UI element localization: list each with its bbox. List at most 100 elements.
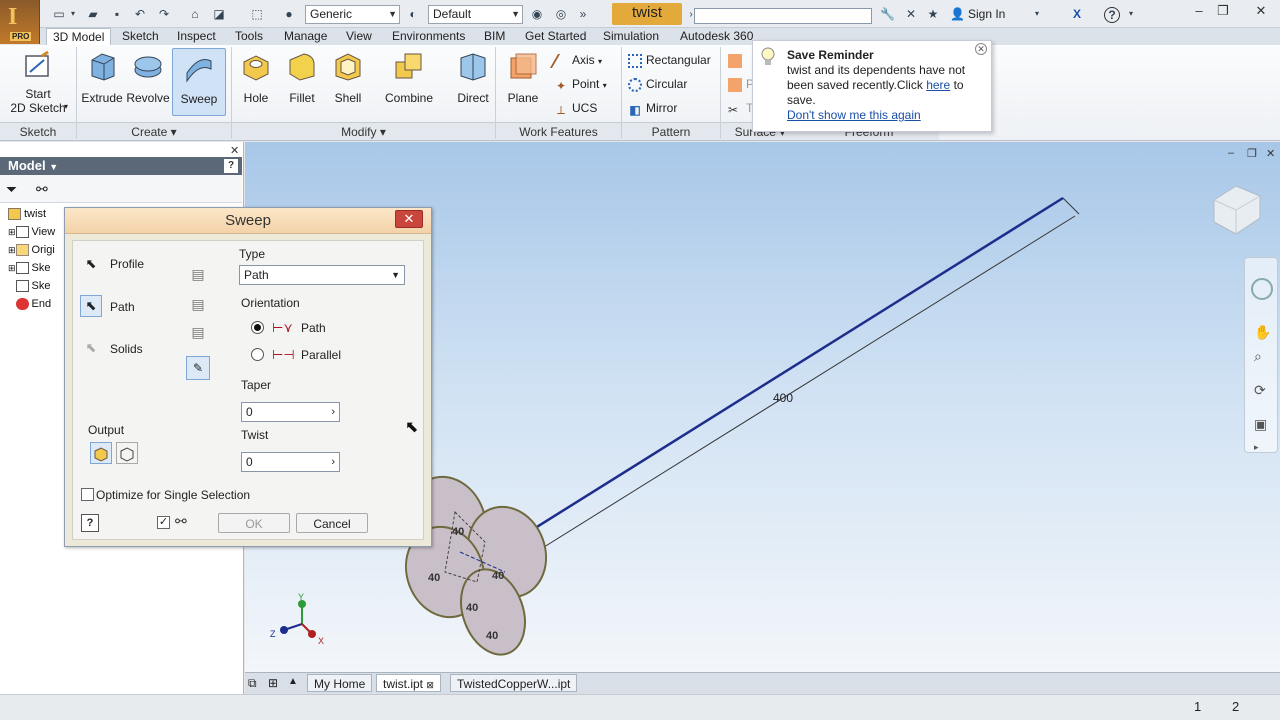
new-dropdown-icon[interactable]: ▾ [66,7,80,21]
update-icon[interactable]: ◪ [212,7,226,21]
close-window-button[interactable]: ✕ [1246,3,1276,23]
start-2d-sketch-button[interactable]: Start 2D Sketch [6,50,70,115]
axis-button[interactable]: Axis ▾ [549,52,602,68]
wrench-icon[interactable]: 🔧 [880,7,895,21]
open-icon[interactable]: ▰ [86,7,100,21]
rectangular-pattern-button[interactable]: Rectangular [628,52,711,68]
sweep-guide-icon[interactable]: ▤ [186,292,210,316]
tab-inspect[interactable]: Inspect [177,28,216,45]
ok-button[interactable]: OK [218,513,290,533]
tab-tools[interactable]: Tools [235,28,263,45]
create-panel-label[interactable]: Create ▾ [77,122,231,140]
preview-checkbox[interactable]: ✓ [157,516,170,529]
tree-item-twist[interactable]: twist [8,206,46,222]
fillet-button[interactable]: Fillet [282,50,322,105]
new-solid-icon[interactable]: ✎ [186,356,210,380]
chevron-right-icon[interactable]: › [331,453,335,471]
viewcube[interactable] [1204,178,1268,242]
pan-icon[interactable]: ✋ [1254,324,1271,341]
dialog-title[interactable]: Sweep [65,208,431,234]
sweep-surface-icon[interactable]: ▤ [186,320,210,344]
minimize-window-button[interactable]: – [1188,3,1210,23]
chevron-right-icon[interactable]: › [331,403,335,421]
mirror-button[interactable]: ◧ Mirror [628,100,677,117]
extrude-button[interactable]: Extrude [80,50,124,105]
filter-icon[interactable]: ⏷ [6,181,17,198]
file-tab-my-home[interactable]: My Home [307,674,373,692]
browser-help-icon[interactable]: ? [224,159,238,173]
steering-wheel-icon[interactable] [1251,278,1273,300]
look-at-icon[interactable]: ▣ [1254,416,1267,433]
tab-manage[interactable]: Manage [284,28,327,45]
tree-item-view[interactable]: ⊞ View [8,224,55,240]
application-menu-button[interactable]: I PRO [0,0,40,44]
file-tab-twisted-copper[interactable]: TwistedCopperW...ipt [450,674,578,692]
zoom-icon[interactable]: ⌕ [1254,348,1262,365]
tab-autodesk-360[interactable]: Autodesk 360 [680,28,753,45]
surface-tool-button[interactable] [728,52,746,68]
sweep-path-icon[interactable]: ▤ [186,262,210,286]
shell-button[interactable]: Shell [328,50,368,105]
close-tab-icon[interactable]: ⊠ [426,680,434,690]
tab-environments[interactable]: Environments [392,28,465,45]
orient-parallel-radio[interactable] [251,348,264,361]
plane-button[interactable]: Plane [502,50,544,105]
taper-input[interactable]: 0 › [241,402,340,422]
tab-sketch[interactable]: Sketch [122,28,159,45]
start-sketch-dropdown-icon[interactable]: ▾ [64,102,68,111]
hole-button[interactable]: Hole [236,50,276,105]
combine-button[interactable]: Combine [380,50,438,105]
output-solid-button[interactable] [90,442,112,464]
revolve-button[interactable]: Revolve [126,50,170,105]
circle-dimension[interactable]: 40 [428,572,440,584]
sweep-button[interactable]: Sweep [172,48,226,116]
output-surface-button[interactable] [116,442,138,464]
ucs-button[interactable]: ⟂ UCS [554,100,597,117]
tab-simulation[interactable]: Simulation [603,28,659,45]
circle-dimension[interactable]: 40 [492,570,504,582]
tile-windows-icon[interactable]: ⧉ [248,676,257,691]
dialog-help-icon[interactable]: ? [81,514,99,532]
direct-button[interactable]: Direct [452,50,494,105]
save-icon[interactable]: ▪ [110,7,124,21]
orient-path-radio[interactable] [251,321,264,334]
undo-icon[interactable]: ↶ [133,7,147,21]
home-icon[interactable]: ⌂ [188,7,202,21]
save-here-link[interactable]: here [926,78,950,92]
material-select[interactable]: Generic ▼ [305,5,400,24]
profile-select-button[interactable]: ⬉ [80,252,102,274]
help-icon[interactable]: ? [1104,7,1120,23]
appearance-select[interactable]: Default ▼ [428,5,523,24]
solids-select-button[interactable]: ⬉ [80,337,102,359]
close-reminder-icon[interactable]: ✕ [975,43,987,55]
tree-item-end-of-part[interactable]: ⊞End [8,296,51,312]
cancel-button[interactable]: Cancel [296,513,368,533]
select-icon[interactable]: ⬚ [250,7,264,21]
circle-dimension[interactable]: 40 [466,602,478,614]
new-icon[interactable]: ▭ [52,7,66,21]
point-button[interactable]: ✦ Point ▾ [554,76,607,93]
optimize-checkbox[interactable] [81,488,94,501]
file-tab-twist[interactable]: twist.ipt ⊠ [376,674,441,692]
circular-pattern-button[interactable]: Circular [628,76,687,92]
tab-get-started[interactable]: Get Started [525,28,586,45]
tree-item-sketch2[interactable]: ⊞Ske [8,278,51,294]
type-select[interactable]: Path ▼ [239,265,405,285]
tab-bim[interactable]: BIM [484,28,505,45]
tab-3d-model[interactable]: 3D Model [46,28,112,45]
arrange-icon[interactable]: ⊞ [268,676,278,690]
sign-in-dropdown-icon[interactable]: ▾ [1030,7,1044,21]
tab-view[interactable]: View [346,28,372,45]
tree-item-origin[interactable]: ⊞ Origi [8,242,55,258]
path-length-dimension[interactable]: 400 [773,391,793,405]
more-icon[interactable]: » [576,7,590,21]
twist-input[interactable]: 0 › [241,452,340,472]
modify-panel-label[interactable]: Modify ▾ [232,122,495,140]
restore-window-button[interactable]: ❐ [1212,3,1234,23]
adjust-icon[interactable]: ◉ [530,7,544,21]
circle-dimension[interactable]: 40 [486,630,498,642]
search-input[interactable] [694,8,872,24]
circle-dimension[interactable]: 40 [452,526,464,538]
find-binoculars-icon[interactable]: ⚯ [36,181,48,198]
help-dropdown-icon[interactable]: ▾ [1124,7,1138,21]
